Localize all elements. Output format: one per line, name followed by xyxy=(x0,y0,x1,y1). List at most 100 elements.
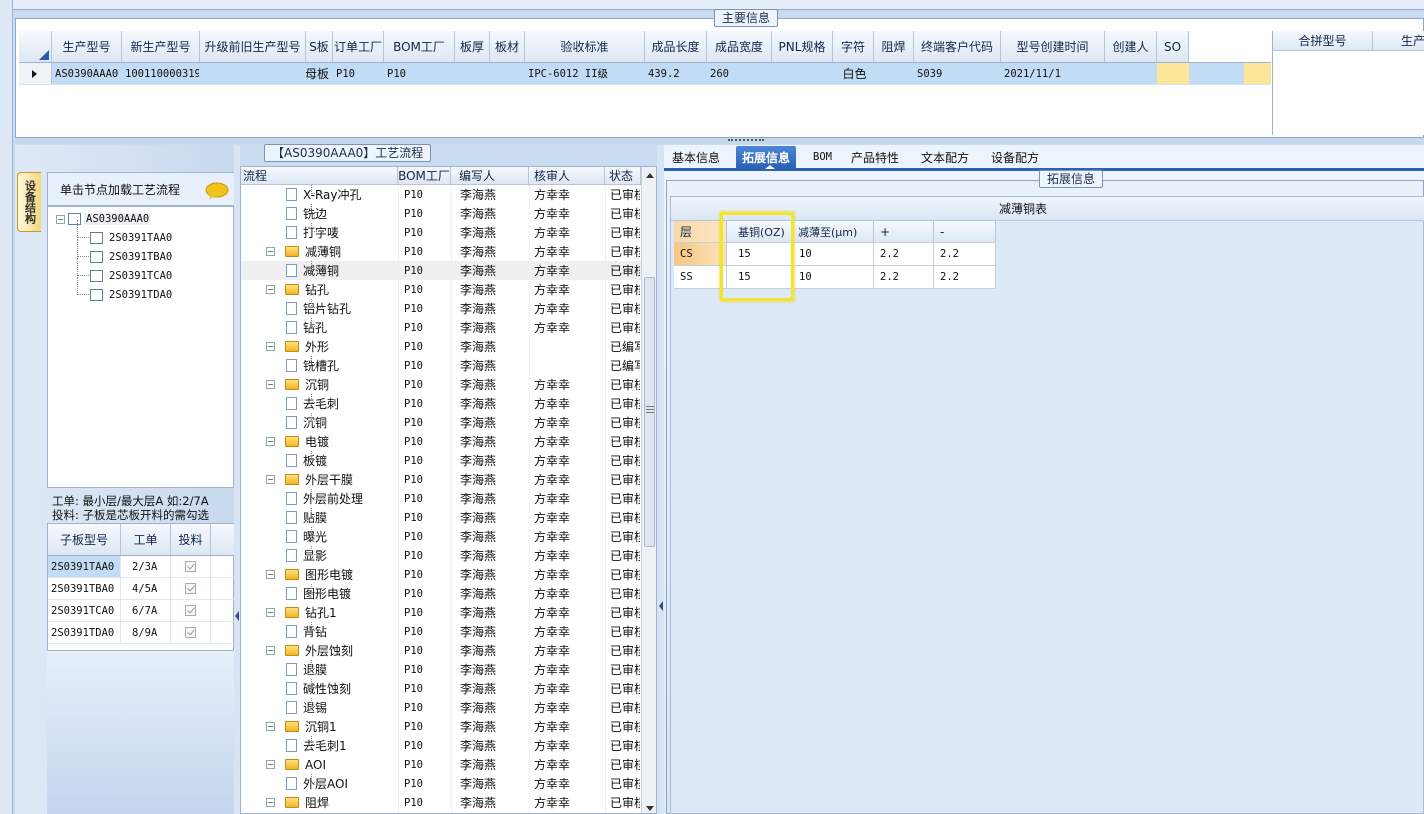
process-row[interactable]: 打字唛 P10 李海燕 方幸幸 已审核 xyxy=(241,223,641,242)
process-scrollbar[interactable] xyxy=(641,167,656,813)
process-row[interactable]: − 沉铜1 P10 李海燕 方幸幸 已审核 xyxy=(241,717,641,736)
process-row[interactable]: 退膜 P10 李海燕 方幸幸 已审核 xyxy=(241,660,641,679)
process-row[interactable]: 减薄铜 P10 李海燕 方幸幸 已审核 xyxy=(241,261,641,280)
process-row[interactable]: X-Ray冲孔 P10 李海燕 方幸幸 已审核 xyxy=(241,185,641,204)
feed-checkbox[interactable] xyxy=(185,561,196,572)
col-width[interactable]: 成品宽度 xyxy=(707,31,772,62)
right-splitter[interactable] xyxy=(657,145,664,814)
tree-child-node[interactable]: 2S0391TBA0 xyxy=(90,249,172,265)
tree-child-node[interactable]: 2S0391TDA0 xyxy=(90,287,172,303)
sub-col-feed[interactable]: 投料 xyxy=(171,524,211,555)
tab-basic-info[interactable]: 基本信息 xyxy=(666,146,726,168)
tab-device-structure[interactable]: 设备结构 xyxy=(17,172,41,232)
tree-child-node[interactable]: 2S0391TCA0 xyxy=(90,268,172,284)
proc-col-status[interactable]: 状态 xyxy=(605,167,641,184)
tree-child-node[interactable]: 2S0391TAA0 xyxy=(90,230,172,246)
process-row[interactable]: − 外层干膜 P10 李海燕 方幸幸 已审核 xyxy=(241,470,641,489)
process-row[interactable]: − 阻焊 P10 李海燕 方幸幸 已审核 xyxy=(241,793,641,812)
col-length[interactable]: 成品长度 xyxy=(645,31,707,62)
col-creator[interactable]: 创建人 xyxy=(1105,31,1157,62)
col-bom-factory[interactable]: BOM工厂 xyxy=(384,31,455,62)
process-row[interactable]: 铝片钻孔 P10 李海燕 方幸幸 已审核 xyxy=(241,299,641,318)
proc-col-reviewer[interactable]: 核审人 xyxy=(529,167,605,184)
sub-board-row[interactable]: 2S0391TAA0 2/3A xyxy=(48,556,235,578)
col-solder[interactable]: 阻焊 xyxy=(874,31,914,62)
merge-col-model[interactable]: 合拼型号 xyxy=(1273,31,1373,50)
col-prod-model[interactable]: 生产型号 xyxy=(52,31,122,62)
col-customer-code[interactable]: 终端客户代码 xyxy=(914,31,1001,62)
process-row[interactable]: 铣槽孔 P10 李海燕 已编写 xyxy=(241,356,641,375)
col-material[interactable]: 板材 xyxy=(490,31,525,62)
collapse-icon[interactable]: − xyxy=(266,437,275,446)
process-row[interactable]: − 钻孔1 P10 李海燕 方幸幸 已审核 xyxy=(241,603,641,622)
proc-col-writer[interactable]: 编写人 xyxy=(451,167,529,184)
collapse-icon[interactable]: − xyxy=(266,380,275,389)
tc-col-target[interactable]: 减薄至(μm) xyxy=(793,221,874,242)
process-row[interactable]: − 电镀 P10 李海燕 方幸幸 已审核 xyxy=(241,432,641,451)
process-row[interactable]: − 钻孔 P10 李海燕 方幸幸 已审核 xyxy=(241,280,641,299)
tc-col-plus[interactable]: + xyxy=(874,221,934,242)
process-row[interactable]: − 减薄铜 P10 李海燕 方幸幸 已审核 xyxy=(241,242,641,261)
tab-text-recipe[interactable]: 文本配方 xyxy=(915,146,975,168)
process-row[interactable]: 曝光 P10 李海燕 方幸幸 已审核 xyxy=(241,527,641,546)
scroll-up-icon[interactable] xyxy=(645,171,655,179)
feed-checkbox[interactable] xyxy=(185,605,196,616)
scroll-down-icon[interactable] xyxy=(645,805,655,813)
process-row[interactable]: 去毛刺1 P10 李海燕 方幸幸 已审核 xyxy=(241,736,641,755)
process-row[interactable]: 退锡 P10 李海燕 方幸幸 已审核 xyxy=(241,698,641,717)
col-s-board[interactable]: S板 xyxy=(306,31,333,62)
sub-col-order[interactable]: 工单 xyxy=(121,524,171,555)
proc-col-flow[interactable]: 流程 xyxy=(241,167,398,184)
sub-board-row[interactable]: 2S0391TCA0 6/7A xyxy=(48,600,235,622)
process-row[interactable]: 图形电镀 P10 李海燕 方幸幸 已审核 xyxy=(241,584,641,603)
collapse-icon[interactable]: − xyxy=(266,342,275,351)
collapse-icon[interactable]: − xyxy=(266,475,275,484)
sub-col-model[interactable]: 子板型号 xyxy=(48,524,121,555)
collapse-icon[interactable]: − xyxy=(266,722,275,731)
col-acceptance[interactable]: 验收标准 xyxy=(525,31,645,62)
collapse-icon[interactable]: − xyxy=(266,570,275,579)
main-grid-row[interactable]: AS0390AAA0 10011000031921 母板 P10 P10 IPC-6012… xyxy=(19,63,1271,85)
feed-checkbox[interactable] xyxy=(185,627,196,638)
process-row[interactable]: 外层AOI P10 李海燕 方幸幸 已审核 xyxy=(241,774,641,793)
process-row[interactable]: − AOI P10 李海燕 方幸幸 已审核 xyxy=(241,755,641,774)
process-row[interactable]: − 图形电镀 P10 李海燕 方幸幸 已审核 xyxy=(241,565,641,584)
collapse-icon[interactable]: − xyxy=(266,608,275,617)
process-row[interactable]: 钻孔 P10 李海燕 方幸幸 已审核 xyxy=(241,318,641,337)
tc-col-minus[interactable]: - xyxy=(934,221,996,242)
tab-bom[interactable]: BOM xyxy=(807,146,838,168)
sub-board-row[interactable]: 2S0391TDA0 8/9A xyxy=(48,622,235,644)
collapse-icon[interactable]: − xyxy=(266,646,275,655)
collapse-icon[interactable]: − xyxy=(56,214,65,224)
col-order-factory[interactable]: 订单工厂 xyxy=(333,31,384,62)
process-row[interactable]: − 沉铜 P10 李海燕 方幸幸 已审核 xyxy=(241,375,641,394)
process-row[interactable]: 显影 P10 李海燕 方幸幸 已审核 xyxy=(241,546,641,565)
col-thickness[interactable]: 板厚 xyxy=(455,31,490,62)
process-row[interactable]: 沉铜 P10 李海燕 方幸幸 已审核 xyxy=(241,413,641,432)
collapse-icon[interactable]: − xyxy=(266,798,275,807)
col-char[interactable]: 字符 xyxy=(833,31,874,62)
tab-device-recipe[interactable]: 设备配方 xyxy=(985,146,1045,168)
collapse-icon[interactable]: − xyxy=(266,247,275,256)
merge-col-prod[interactable]: 生产 xyxy=(1373,31,1424,50)
process-row[interactable]: − 外层蚀刻 P10 李海燕 方幸幸 已审核 xyxy=(241,641,641,660)
col-new-prod-model[interactable]: 新生产型号 xyxy=(122,31,200,62)
process-row[interactable]: 去毛刺 P10 李海燕 方幸幸 已审核 xyxy=(241,394,641,413)
col-create-time[interactable]: 型号创建时间 xyxy=(1001,31,1105,62)
collapse-icon[interactable]: − xyxy=(266,760,275,769)
process-row[interactable]: 铣边 P10 李海燕 方幸幸 已审核 xyxy=(241,204,641,223)
process-row[interactable]: 碱性蚀刻 P10 李海燕 方幸幸 已审核 xyxy=(241,679,641,698)
process-row[interactable]: − 外形 P10 李海燕 已编写 xyxy=(241,337,641,356)
col-so[interactable]: SO xyxy=(1157,31,1189,62)
sub-board-row[interactable]: 2S0391TBA0 4/5A xyxy=(48,578,235,600)
horizontal-splitter[interactable] xyxy=(15,138,1424,144)
proc-col-bom[interactable]: BOM工厂 xyxy=(398,167,451,184)
col-pnl[interactable]: PNL规格 xyxy=(772,31,833,62)
tree-root-node[interactable]: − AS0390AAA0 xyxy=(56,211,152,227)
process-row[interactable]: 板镀 P10 李海燕 方幸幸 已审核 xyxy=(241,451,641,470)
process-row[interactable]: 贴膜 P10 李海燕 方幸幸 已审核 xyxy=(241,508,641,527)
collapse-icon[interactable]: − xyxy=(266,285,275,294)
tab-product-props[interactable]: 产品特性 xyxy=(845,146,905,168)
feed-checkbox[interactable] xyxy=(185,583,196,594)
process-row[interactable]: 背钻 P10 李海燕 方幸幸 已审核 xyxy=(241,622,641,641)
